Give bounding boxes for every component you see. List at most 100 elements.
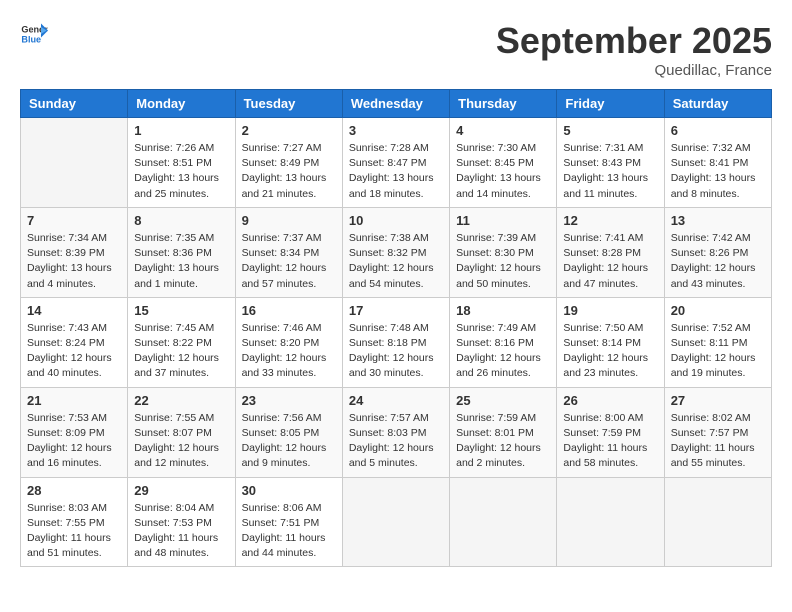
calendar-week-row: 14 Sunrise: 7:43 AM Sunset: 8:24 PM Dayli… (21, 297, 772, 387)
calendar-day-cell: 4 Sunrise: 7:30 AM Sunset: 8:45 PM Daylig… (450, 118, 557, 208)
day-info: Sunrise: 7:48 AM Sunset: 8:18 PM Dayligh… (349, 321, 443, 382)
page-header: General Blue September 2025 Quedillac, F… (20, 20, 772, 79)
day-info: Sunrise: 7:52 AM Sunset: 8:11 PM Dayligh… (671, 321, 765, 382)
calendar-day-cell: 24 Sunrise: 7:57 AM Sunset: 8:03 PM Dayli… (342, 387, 449, 477)
calendar-day-cell: 26 Sunrise: 8:00 AM Sunset: 7:59 PM Dayli… (557, 387, 664, 477)
calendar-day-cell: 8 Sunrise: 7:35 AM Sunset: 8:36 PM Daylig… (128, 207, 235, 297)
calendar-day-cell: 13 Sunrise: 7:42 AM Sunset: 8:26 PM Dayli… (664, 207, 771, 297)
day-info: Sunrise: 7:26 AM Sunset: 8:51 PM Dayligh… (134, 141, 228, 202)
calendar-day-cell: 21 Sunrise: 7:53 AM Sunset: 8:09 PM Dayli… (21, 387, 128, 477)
calendar-day-cell: 3Sunrise: 7:28 AM Sunset: 8:47 PM Daylig… (342, 118, 449, 208)
day-number: 10 (349, 213, 443, 228)
day-info: Sunrise: 7:45 AM Sunset: 8:22 PM Dayligh… (134, 321, 228, 382)
calendar-day-cell: 20 Sunrise: 7:52 AM Sunset: 8:11 PM Dayli… (664, 297, 771, 387)
location: Quedillac, France (496, 62, 772, 79)
weekday-header: Saturday (664, 90, 771, 118)
day-info: Sunrise: 8:03 AM Sunset: 7:55 PM Dayligh… (27, 501, 121, 562)
calendar-week-row: 7 Sunrise: 7:34 AM Sunset: 8:39 PM Daylig… (21, 207, 772, 297)
day-info: Sunrise: 8:00 AM Sunset: 7:59 PM Dayligh… (563, 411, 657, 472)
day-number: 18 (456, 303, 550, 318)
day-info: Sunrise: 7:46 AM Sunset: 8:20 PM Dayligh… (242, 321, 336, 382)
day-info: Sunrise: 7:34 AM Sunset: 8:39 PM Dayligh… (27, 231, 121, 292)
calendar-day-cell: 28Sunrise: 8:03 AM Sunset: 7:55 PM Dayli… (21, 477, 128, 567)
calendar-week-row: 21 Sunrise: 7:53 AM Sunset: 8:09 PM Dayli… (21, 387, 772, 477)
calendar-day-cell: 30Sunrise: 8:06 AM Sunset: 7:51 PM Dayli… (235, 477, 342, 567)
day-info: Sunrise: 7:56 AM Sunset: 8:05 PM Dayligh… (242, 411, 336, 472)
calendar-day-cell: 12Sunrise: 7:41 AM Sunset: 8:28 PM Dayli… (557, 207, 664, 297)
weekday-header: Monday (128, 90, 235, 118)
calendar-day-cell: 2 Sunrise: 7:27 AM Sunset: 8:49 PM Daylig… (235, 118, 342, 208)
day-number: 1 (134, 123, 228, 138)
day-info: Sunrise: 7:37 AM Sunset: 8:34 PM Dayligh… (242, 231, 336, 292)
calendar-day-cell: 1 Sunrise: 7:26 AM Sunset: 8:51 PM Daylig… (128, 118, 235, 208)
day-number: 17 (349, 303, 443, 318)
calendar-day-cell (664, 477, 771, 567)
weekday-header: Thursday (450, 90, 557, 118)
day-info: Sunrise: 7:39 AM Sunset: 8:30 PM Dayligh… (456, 231, 550, 292)
day-info: Sunrise: 8:02 AM Sunset: 7:57 PM Dayligh… (671, 411, 765, 472)
weekday-header: Wednesday (342, 90, 449, 118)
weekday-header-row: SundayMondayTuesdayWednesdayThursdayFrid… (21, 90, 772, 118)
calendar-day-cell: 6Sunrise: 7:32 AM Sunset: 8:41 PM Daylig… (664, 118, 771, 208)
day-number: 22 (134, 393, 228, 408)
calendar-day-cell: 10 Sunrise: 7:38 AM Sunset: 8:32 PM Dayli… (342, 207, 449, 297)
day-number: 14 (27, 303, 121, 318)
day-number: 2 (242, 123, 336, 138)
day-info: Sunrise: 7:35 AM Sunset: 8:36 PM Dayligh… (134, 231, 228, 292)
day-number: 11 (456, 213, 550, 228)
day-number: 6 (671, 123, 765, 138)
calendar-day-cell (342, 477, 449, 567)
weekday-header: Friday (557, 90, 664, 118)
day-info: Sunrise: 7:30 AM Sunset: 8:45 PM Dayligh… (456, 141, 550, 202)
day-number: 24 (349, 393, 443, 408)
calendar-day-cell: 17 Sunrise: 7:48 AM Sunset: 8:18 PM Dayli… (342, 297, 449, 387)
day-info: Sunrise: 7:53 AM Sunset: 8:09 PM Dayligh… (27, 411, 121, 472)
day-number: 16 (242, 303, 336, 318)
day-info: Sunrise: 7:42 AM Sunset: 8:26 PM Dayligh… (671, 231, 765, 292)
day-info: Sunrise: 7:31 AM Sunset: 8:43 PM Dayligh… (563, 141, 657, 202)
day-info: Sunrise: 7:50 AM Sunset: 8:14 PM Dayligh… (563, 321, 657, 382)
day-number: 27 (671, 393, 765, 408)
day-number: 8 (134, 213, 228, 228)
calendar-day-cell: 9 Sunrise: 7:37 AM Sunset: 8:34 PM Daylig… (235, 207, 342, 297)
calendar-day-cell: 7 Sunrise: 7:34 AM Sunset: 8:39 PM Daylig… (21, 207, 128, 297)
day-number: 21 (27, 393, 121, 408)
month-title: September 2025 (496, 20, 772, 62)
day-info: Sunrise: 7:43 AM Sunset: 8:24 PM Dayligh… (27, 321, 121, 382)
day-number: 4 (456, 123, 550, 138)
day-info: Sunrise: 7:41 AM Sunset: 8:28 PM Dayligh… (563, 231, 657, 292)
calendar-day-cell: 29 Sunrise: 8:04 AM Sunset: 7:53 PM Dayli… (128, 477, 235, 567)
calendar-day-cell (21, 118, 128, 208)
day-number: 26 (563, 393, 657, 408)
day-number: 13 (671, 213, 765, 228)
day-info: Sunrise: 8:06 AM Sunset: 7:51 PM Dayligh… (242, 501, 336, 562)
day-info: Sunrise: 8:04 AM Sunset: 7:53 PM Dayligh… (134, 501, 228, 562)
day-number: 19 (563, 303, 657, 318)
day-number: 9 (242, 213, 336, 228)
day-number: 25 (456, 393, 550, 408)
day-number: 7 (27, 213, 121, 228)
calendar-day-cell: 23 Sunrise: 7:56 AM Sunset: 8:05 PM Dayli… (235, 387, 342, 477)
title-block: September 2025 Quedillac, France (496, 20, 772, 79)
day-info: Sunrise: 7:59 AM Sunset: 8:01 PM Dayligh… (456, 411, 550, 472)
calendar-day-cell: 5 Sunrise: 7:31 AM Sunset: 8:43 PM Daylig… (557, 118, 664, 208)
calendar-day-cell: 14 Sunrise: 7:43 AM Sunset: 8:24 PM Dayli… (21, 297, 128, 387)
day-info: Sunrise: 7:28 AM Sunset: 8:47 PM Dayligh… (349, 141, 443, 202)
day-number: 23 (242, 393, 336, 408)
day-info: Sunrise: 7:38 AM Sunset: 8:32 PM Dayligh… (349, 231, 443, 292)
day-number: 29 (134, 483, 228, 498)
svg-text:Blue: Blue (21, 34, 41, 44)
calendar-week-row: 28Sunrise: 8:03 AM Sunset: 7:55 PM Dayli… (21, 477, 772, 567)
weekday-header: Tuesday (235, 90, 342, 118)
logo-icon: General Blue (20, 20, 48, 48)
calendar-day-cell: 16 Sunrise: 7:46 AM Sunset: 8:20 PM Dayli… (235, 297, 342, 387)
day-info: Sunrise: 7:27 AM Sunset: 8:49 PM Dayligh… (242, 141, 336, 202)
calendar-day-cell: 18Sunrise: 7:49 AM Sunset: 8:16 PM Dayli… (450, 297, 557, 387)
calendar-day-cell: 27 Sunrise: 8:02 AM Sunset: 7:57 PM Dayli… (664, 387, 771, 477)
day-number: 5 (563, 123, 657, 138)
day-number: 20 (671, 303, 765, 318)
weekday-header: Sunday (21, 90, 128, 118)
day-info: Sunrise: 7:57 AM Sunset: 8:03 PM Dayligh… (349, 411, 443, 472)
day-info: Sunrise: 7:55 AM Sunset: 8:07 PM Dayligh… (134, 411, 228, 472)
day-number: 15 (134, 303, 228, 318)
